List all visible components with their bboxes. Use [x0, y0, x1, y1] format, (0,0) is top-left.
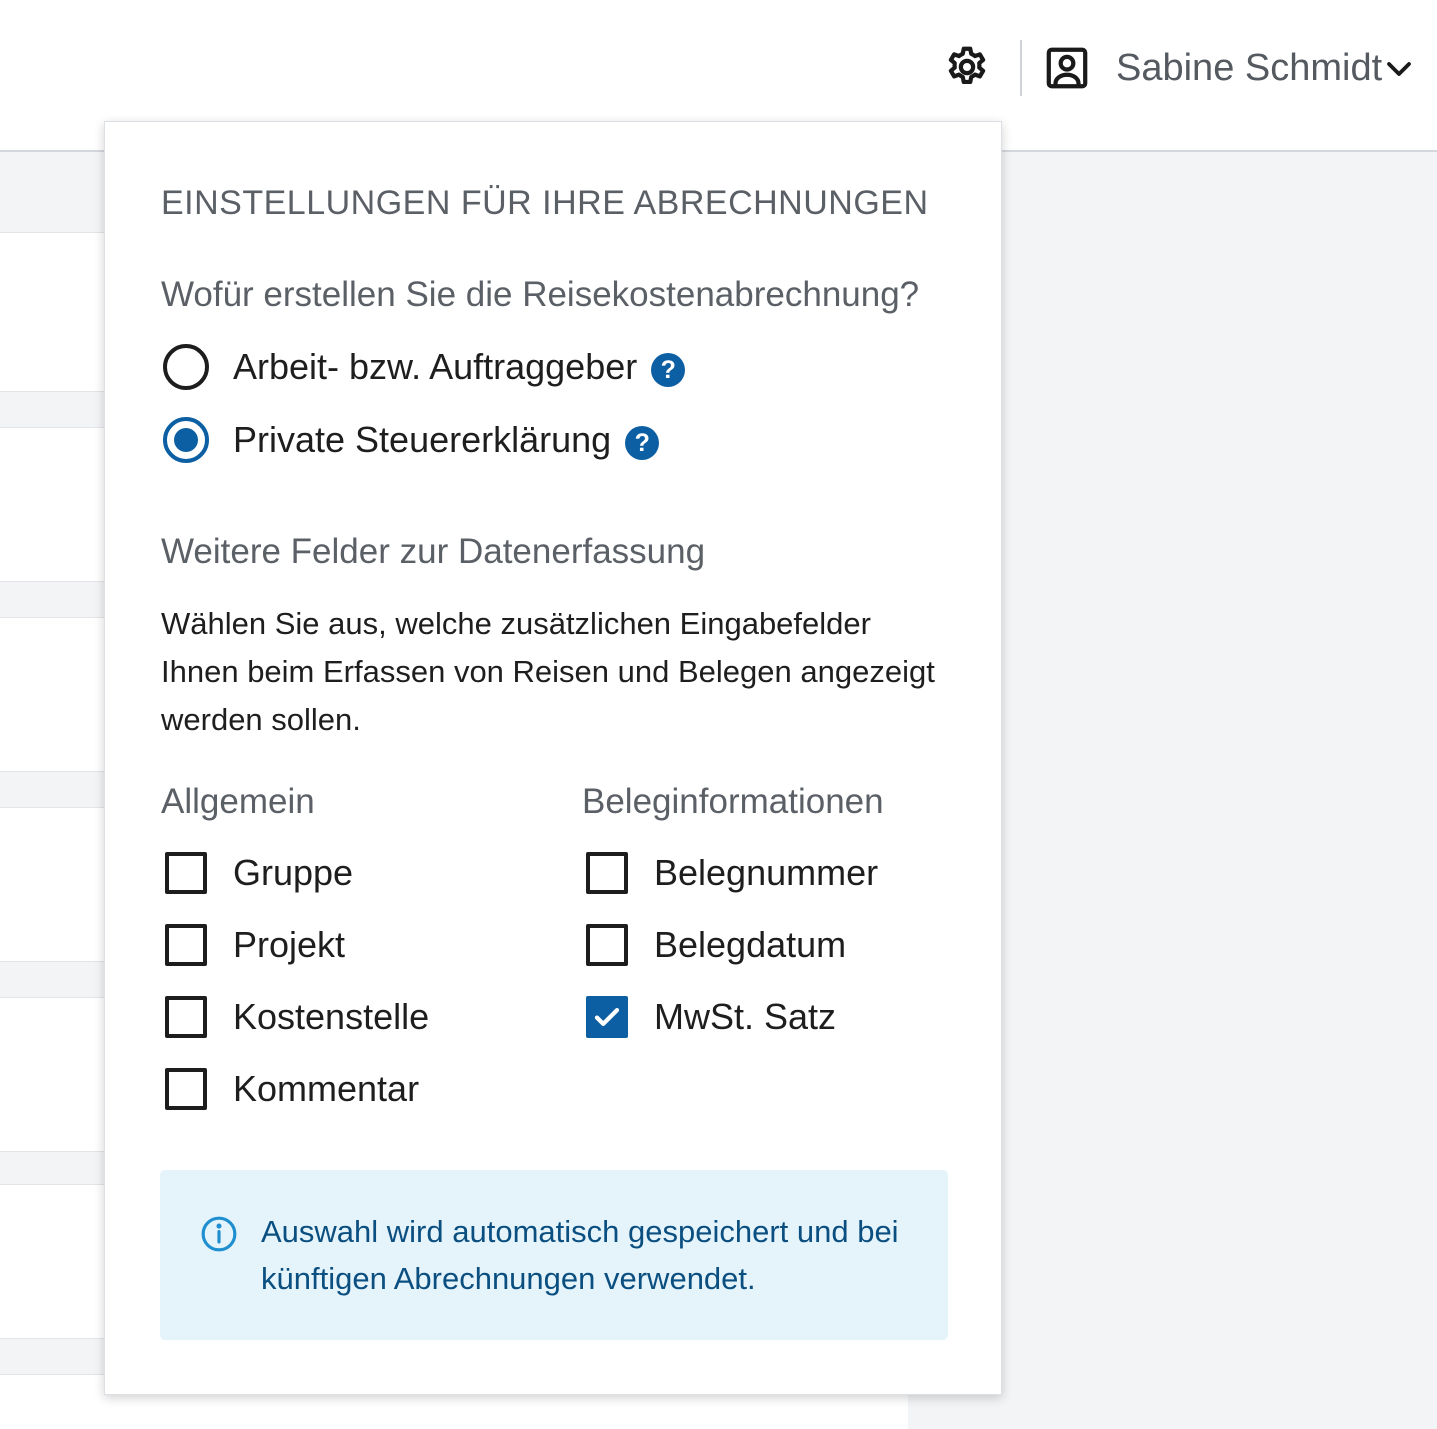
purpose-option-private-tax[interactable]: Private Steuererklärung ? [163, 415, 660, 465]
checkbox-row-vat-rate[interactable]: MwSt. Satz [586, 994, 836, 1040]
checkbox-row-project[interactable]: Projekt [165, 922, 345, 968]
checkbox-receipt-date[interactable] [586, 924, 628, 966]
checkbox-label: Gruppe [233, 852, 354, 893]
checkbox-row-receipt-number[interactable]: Belegnummer [586, 850, 878, 896]
purpose-question: Wofür erstellen Sie die Reisekostenabrec… [161, 275, 920, 314]
checkbox-comment[interactable] [165, 1068, 207, 1110]
gear-icon [948, 46, 986, 85]
checkbox-group[interactable] [165, 852, 207, 894]
fields-heading: Weitere Felder zur Datenerfassung [161, 532, 706, 571]
info-icon [201, 1216, 237, 1252]
purpose-option-label: Arbeit- bzw. Auftraggeber [233, 346, 638, 387]
checkbox-project[interactable] [165, 924, 207, 966]
settings-button[interactable] [942, 42, 992, 92]
checkbox-label: MwSt. Satz [654, 996, 837, 1037]
checkbox-label: Projekt [233, 924, 346, 965]
header-divider [1020, 40, 1022, 96]
general-heading: Allgemein [161, 782, 315, 821]
checkbox-vat-rate[interactable] [586, 996, 628, 1038]
checkbox-row-comment[interactable]: Kommentar [165, 1066, 419, 1112]
checkbox-row-receipt-date[interactable]: Belegdatum [586, 922, 846, 968]
popover-title: EINSTELLUNGEN FÜR IHRE ABRECHNUNGEN [161, 184, 929, 222]
checkbox-label: Belegnummer [654, 852, 879, 893]
fields-description: Wählen Sie aus, welche zusätzlichen Eing… [161, 606, 935, 737]
purpose-option-label: Private Steuererklärung [233, 419, 612, 460]
checkbox-label: Kostenstelle [233, 996, 430, 1037]
chevron-down-icon[interactable] [1384, 54, 1414, 84]
checkbox-label: Kommentar [233, 1068, 420, 1109]
checkbox-cost-center[interactable] [165, 996, 207, 1038]
checkmark-icon [594, 1008, 620, 1026]
user-name[interactable]: Sabine Schmidt [1116, 47, 1382, 90]
radio-private-tax[interactable] [163, 417, 209, 463]
purpose-option-employer[interactable]: Arbeit- bzw. Auftraggeber ? [163, 342, 686, 392]
info-note: Auswahl wird automatisch gespeichert und… [160, 1170, 948, 1340]
checkbox-label: Belegdatum [654, 924, 847, 965]
help-icon[interactable]: ? [651, 353, 686, 387]
user-menu-button[interactable]: Sabine Schmidt [1044, 40, 1429, 96]
info-note-text: Auswahl wird automatisch gespeichert und… [261, 1214, 899, 1296]
checkbox-row-group[interactable]: Gruppe [165, 850, 353, 896]
help-icon[interactable]: ? [625, 426, 660, 460]
checkbox-row-cost-center[interactable]: Kostenstelle [165, 994, 429, 1040]
radio-employer[interactable] [163, 344, 209, 390]
checkbox-receipt-number[interactable] [586, 852, 628, 894]
settings-popover: EINSTELLUNGEN FÜR IHRE ABRECHNUNGEN Wofü… [104, 121, 1002, 1395]
radio-selected-dot [174, 428, 198, 452]
user-portrait-icon [1046, 47, 1088, 89]
receipt-info-heading: Beleginformationen [582, 782, 884, 821]
